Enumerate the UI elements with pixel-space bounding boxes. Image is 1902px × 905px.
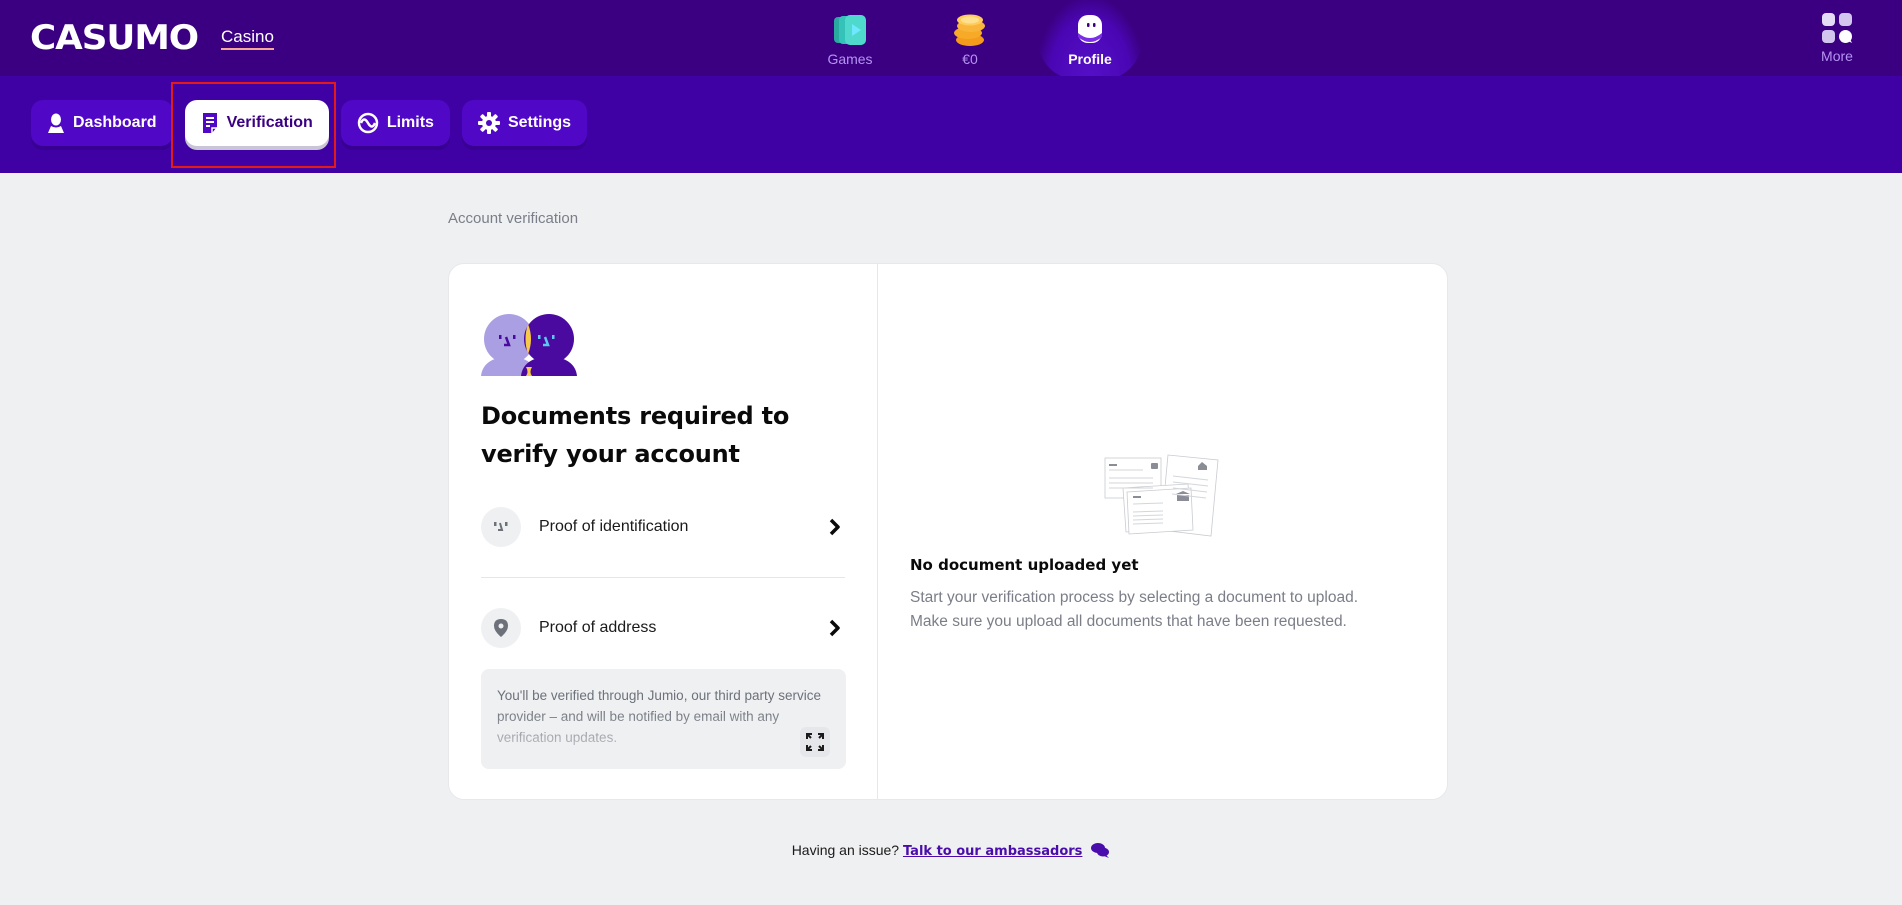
documents-illustration — [1104, 454, 1219, 537]
empty-state-description: Start your verification process by selec… — [910, 586, 1370, 634]
empty-desc-line-2: Make sure you upload all documents that … — [910, 613, 1347, 630]
verification-card: Documents required to verify your accoun… — [448, 263, 1448, 800]
empty-desc-line-1: Start your verification process by selec… — [910, 589, 1359, 606]
page-heading: Account verification — [448, 210, 579, 227]
help-prompt: Having an issue? — [791, 842, 900, 859]
more-label: More — [1821, 48, 1853, 64]
profile-icon — [1070, 12, 1110, 48]
doc-label: Proof of address — [539, 618, 657, 636]
top-bar: CASUMO Casino Games €0 Profile More — [0, 0, 1902, 80]
main-nav: Games €0 Profile — [790, 0, 1150, 80]
doc-label: Proof of identification — [539, 518, 689, 535]
nav-games[interactable]: Games — [790, 0, 910, 76]
nav-wallet-label: €0 — [962, 51, 978, 67]
doc-proof-of-identification[interactable]: Proof of identification — [481, 497, 845, 557]
profile-tabs: Dashboard Verification Limits Settings — [31, 100, 588, 146]
casumo-logo[interactable]: CASUMO — [30, 18, 199, 58]
empty-state-title: No document uploaded yet — [910, 556, 1139, 574]
coins-icon — [950, 12, 990, 48]
more-menu-button[interactable]: More — [1812, 12, 1862, 64]
nav-profile[interactable]: Profile — [1030, 0, 1150, 80]
expand-icon — [806, 733, 824, 751]
talk-to-ambassadors-link[interactable]: Talk to our ambassadors — [903, 844, 1082, 859]
documents-panel: Documents required to verify your accoun… — [449, 264, 878, 799]
expand-button[interactable] — [800, 727, 830, 757]
chevron-right-icon — [825, 619, 845, 637]
chat-bubbles-icon — [1090, 842, 1110, 861]
jumio-info-text: You'll be verified through Jumio, our th… — [497, 688, 821, 745]
avatars-illustration — [481, 314, 577, 376]
tab-limits[interactable]: Limits — [340, 100, 450, 146]
grid-icon — [1822, 13, 1852, 43]
jumio-info-box: You'll be verified through Jumio, our th… — [481, 669, 846, 769]
tab-settings-label: Settings — [507, 114, 572, 131]
games-icon — [830, 12, 870, 48]
tab-settings[interactable]: Settings — [461, 100, 588, 146]
nav-games-label: Games — [827, 51, 873, 67]
nav-profile-label: Profile — [1068, 51, 1112, 67]
card-title: Documents required to verify your accoun… — [481, 402, 790, 468]
limits-icon — [357, 112, 379, 134]
doc-proof-of-address[interactable]: Proof of address — [481, 577, 845, 657]
footer-help: Having an issue? Talk to our ambassadors — [0, 842, 1902, 861]
profile-tabs-bar: Dashboard Verification Limits Settings — [0, 76, 1902, 173]
tab-limits-label: Limits — [386, 114, 434, 131]
tab-verification[interactable]: Verification — [184, 100, 329, 146]
chevron-right-icon — [825, 518, 845, 536]
nav-wallet[interactable]: €0 — [910, 0, 1030, 76]
document-icon — [201, 112, 219, 134]
face-icon — [481, 507, 521, 547]
tab-dashboard[interactable]: Dashboard — [31, 100, 173, 146]
user-icon — [47, 113, 65, 133]
casino-link[interactable]: Casino — [221, 27, 274, 50]
uploaded-documents-panel: No document uploaded yet Start your veri… — [878, 264, 1447, 799]
gear-icon — [477, 112, 500, 134]
tab-dashboard-label: Dashboard — [73, 114, 157, 131]
tab-verification-label: Verification — [226, 114, 313, 131]
document-list: Proof of identification Proof of address — [481, 497, 845, 657]
location-pin-icon — [481, 607, 521, 648]
